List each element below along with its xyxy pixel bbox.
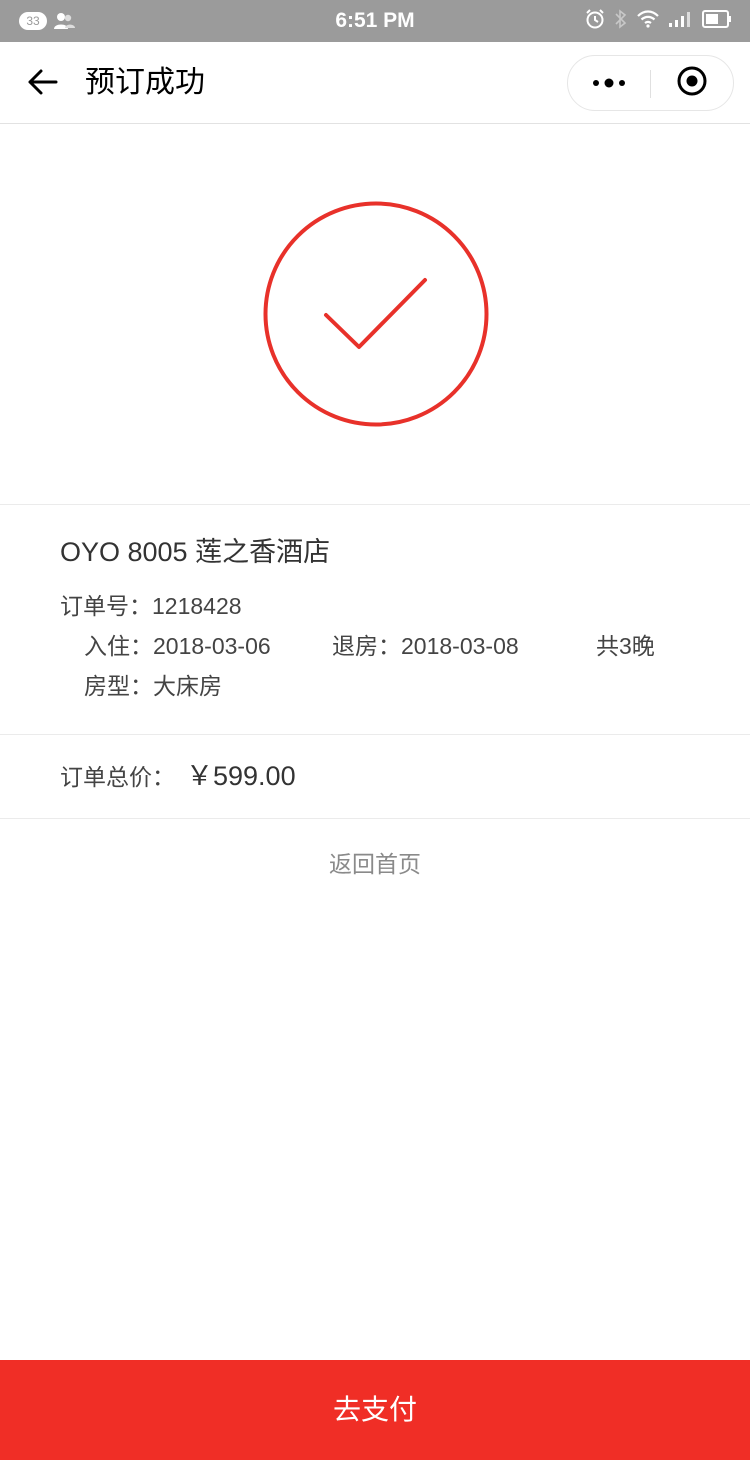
room-type-value: 大床房 [153,673,222,699]
target-close-icon [676,65,708,101]
alarm-icon [584,8,606,34]
room-type-label: 房型： [84,673,153,699]
order-number-value: 1218428 [152,593,242,619]
status-bar: 33 6:51 PM [0,0,750,42]
battery-icon [702,10,732,32]
order-number-row: 订单号：1218428 [60,588,242,624]
order-number-label: 订单号： [60,593,152,619]
signal-icon [668,10,694,32]
back-home-link[interactable]: 返回首页 [0,846,750,882]
room-type-row: 房型：大床房 [84,668,222,704]
back-button[interactable] [20,62,64,106]
wifi-icon [636,9,660,33]
divider [0,818,750,819]
check-circle-icon [263,201,489,431]
hotel-name: OYO 8005 莲之香酒店 [60,537,331,567]
checkout-row: 退房：2018-03-08 [332,628,519,664]
total-price-value: ￥599.00 [186,761,296,791]
bluetooth-icon [614,8,628,34]
checkout-label: 退房： [332,633,401,659]
page-title: 预订成功 [85,65,205,100]
more-button[interactable] [568,56,650,110]
checkin-row: 入住：2018-03-06 [84,628,271,664]
mini-program-capsule [567,55,734,111]
more-dots-icon [591,74,627,93]
checkin-date: 2018-03-06 [153,633,271,659]
checkin-label: 入住： [84,633,153,659]
status-icons [584,9,732,33]
divider [0,734,750,735]
nav-bar: 预订成功 [0,42,750,124]
total-price-label: 订单总价： [60,764,175,790]
divider [0,504,750,505]
close-button[interactable] [651,56,733,110]
checkout-date: 2018-03-08 [401,633,519,659]
arrow-left-icon [26,68,58,100]
nights-count: 共3晚 [596,633,655,659]
pay-button[interactable]: 去支付 [0,1360,750,1460]
